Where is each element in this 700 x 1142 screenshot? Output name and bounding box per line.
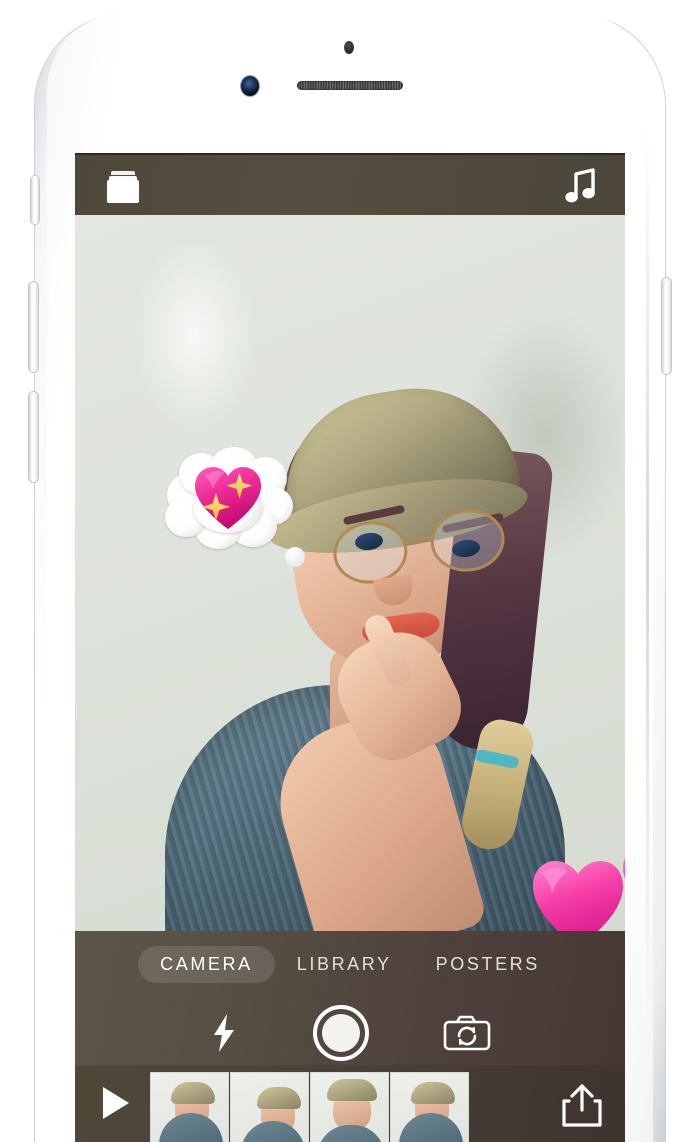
share-icon[interactable] bbox=[561, 1082, 603, 1128]
power-button[interactable] bbox=[662, 278, 671, 374]
clip-thumbnail-3[interactable] bbox=[310, 1072, 389, 1142]
mode-tabs: CAMERA LIBRARY POSTERS bbox=[75, 945, 625, 983]
volume-down-button[interactable] bbox=[29, 392, 38, 482]
thought-bubble-sparkling-heart-sticker[interactable] bbox=[163, 447, 305, 567]
clip-thumbnail-4[interactable] bbox=[390, 1072, 469, 1142]
ring-silent-switch[interactable] bbox=[31, 176, 39, 224]
volume-up-button[interactable] bbox=[29, 282, 38, 372]
tab-library[interactable]: LIBRARY bbox=[275, 946, 414, 983]
clip-filmstrip bbox=[75, 1065, 625, 1142]
play-icon[interactable] bbox=[103, 1087, 129, 1119]
phone-edge-highlight-right bbox=[646, 120, 649, 1020]
app-top-bar bbox=[75, 153, 625, 215]
front-camera-icon bbox=[241, 76, 259, 96]
thumbnail-list bbox=[150, 1072, 469, 1142]
proximity-sensor-icon bbox=[344, 41, 354, 54]
clip-thumbnail-1[interactable] bbox=[150, 1072, 229, 1142]
phone-screen: CAMERA LIBRARY POSTERS bbox=[75, 153, 625, 1142]
cards-stack-icon[interactable] bbox=[107, 171, 139, 203]
earpiece-speaker-icon bbox=[297, 81, 403, 90]
capture-controls-row bbox=[75, 999, 625, 1067]
tab-posters[interactable]: POSTERS bbox=[414, 946, 562, 983]
music-note-icon[interactable] bbox=[563, 168, 597, 204]
heart-sticker-large[interactable] bbox=[530, 858, 625, 931]
tab-camera[interactable]: CAMERA bbox=[138, 945, 275, 983]
camera-flip-icon[interactable] bbox=[443, 1014, 491, 1052]
camera-preview[interactable] bbox=[75, 215, 625, 931]
shutter-button[interactable] bbox=[313, 1005, 369, 1061]
flash-icon[interactable] bbox=[209, 1013, 239, 1053]
preview-subject bbox=[75, 215, 625, 931]
clip-thumbnail-2[interactable] bbox=[230, 1072, 309, 1142]
heart-sticker-small[interactable] bbox=[620, 845, 625, 919]
phone-edge-highlight-left bbox=[52, 120, 55, 1020]
screenshot-root: CAMERA LIBRARY POSTERS bbox=[0, 0, 700, 1142]
